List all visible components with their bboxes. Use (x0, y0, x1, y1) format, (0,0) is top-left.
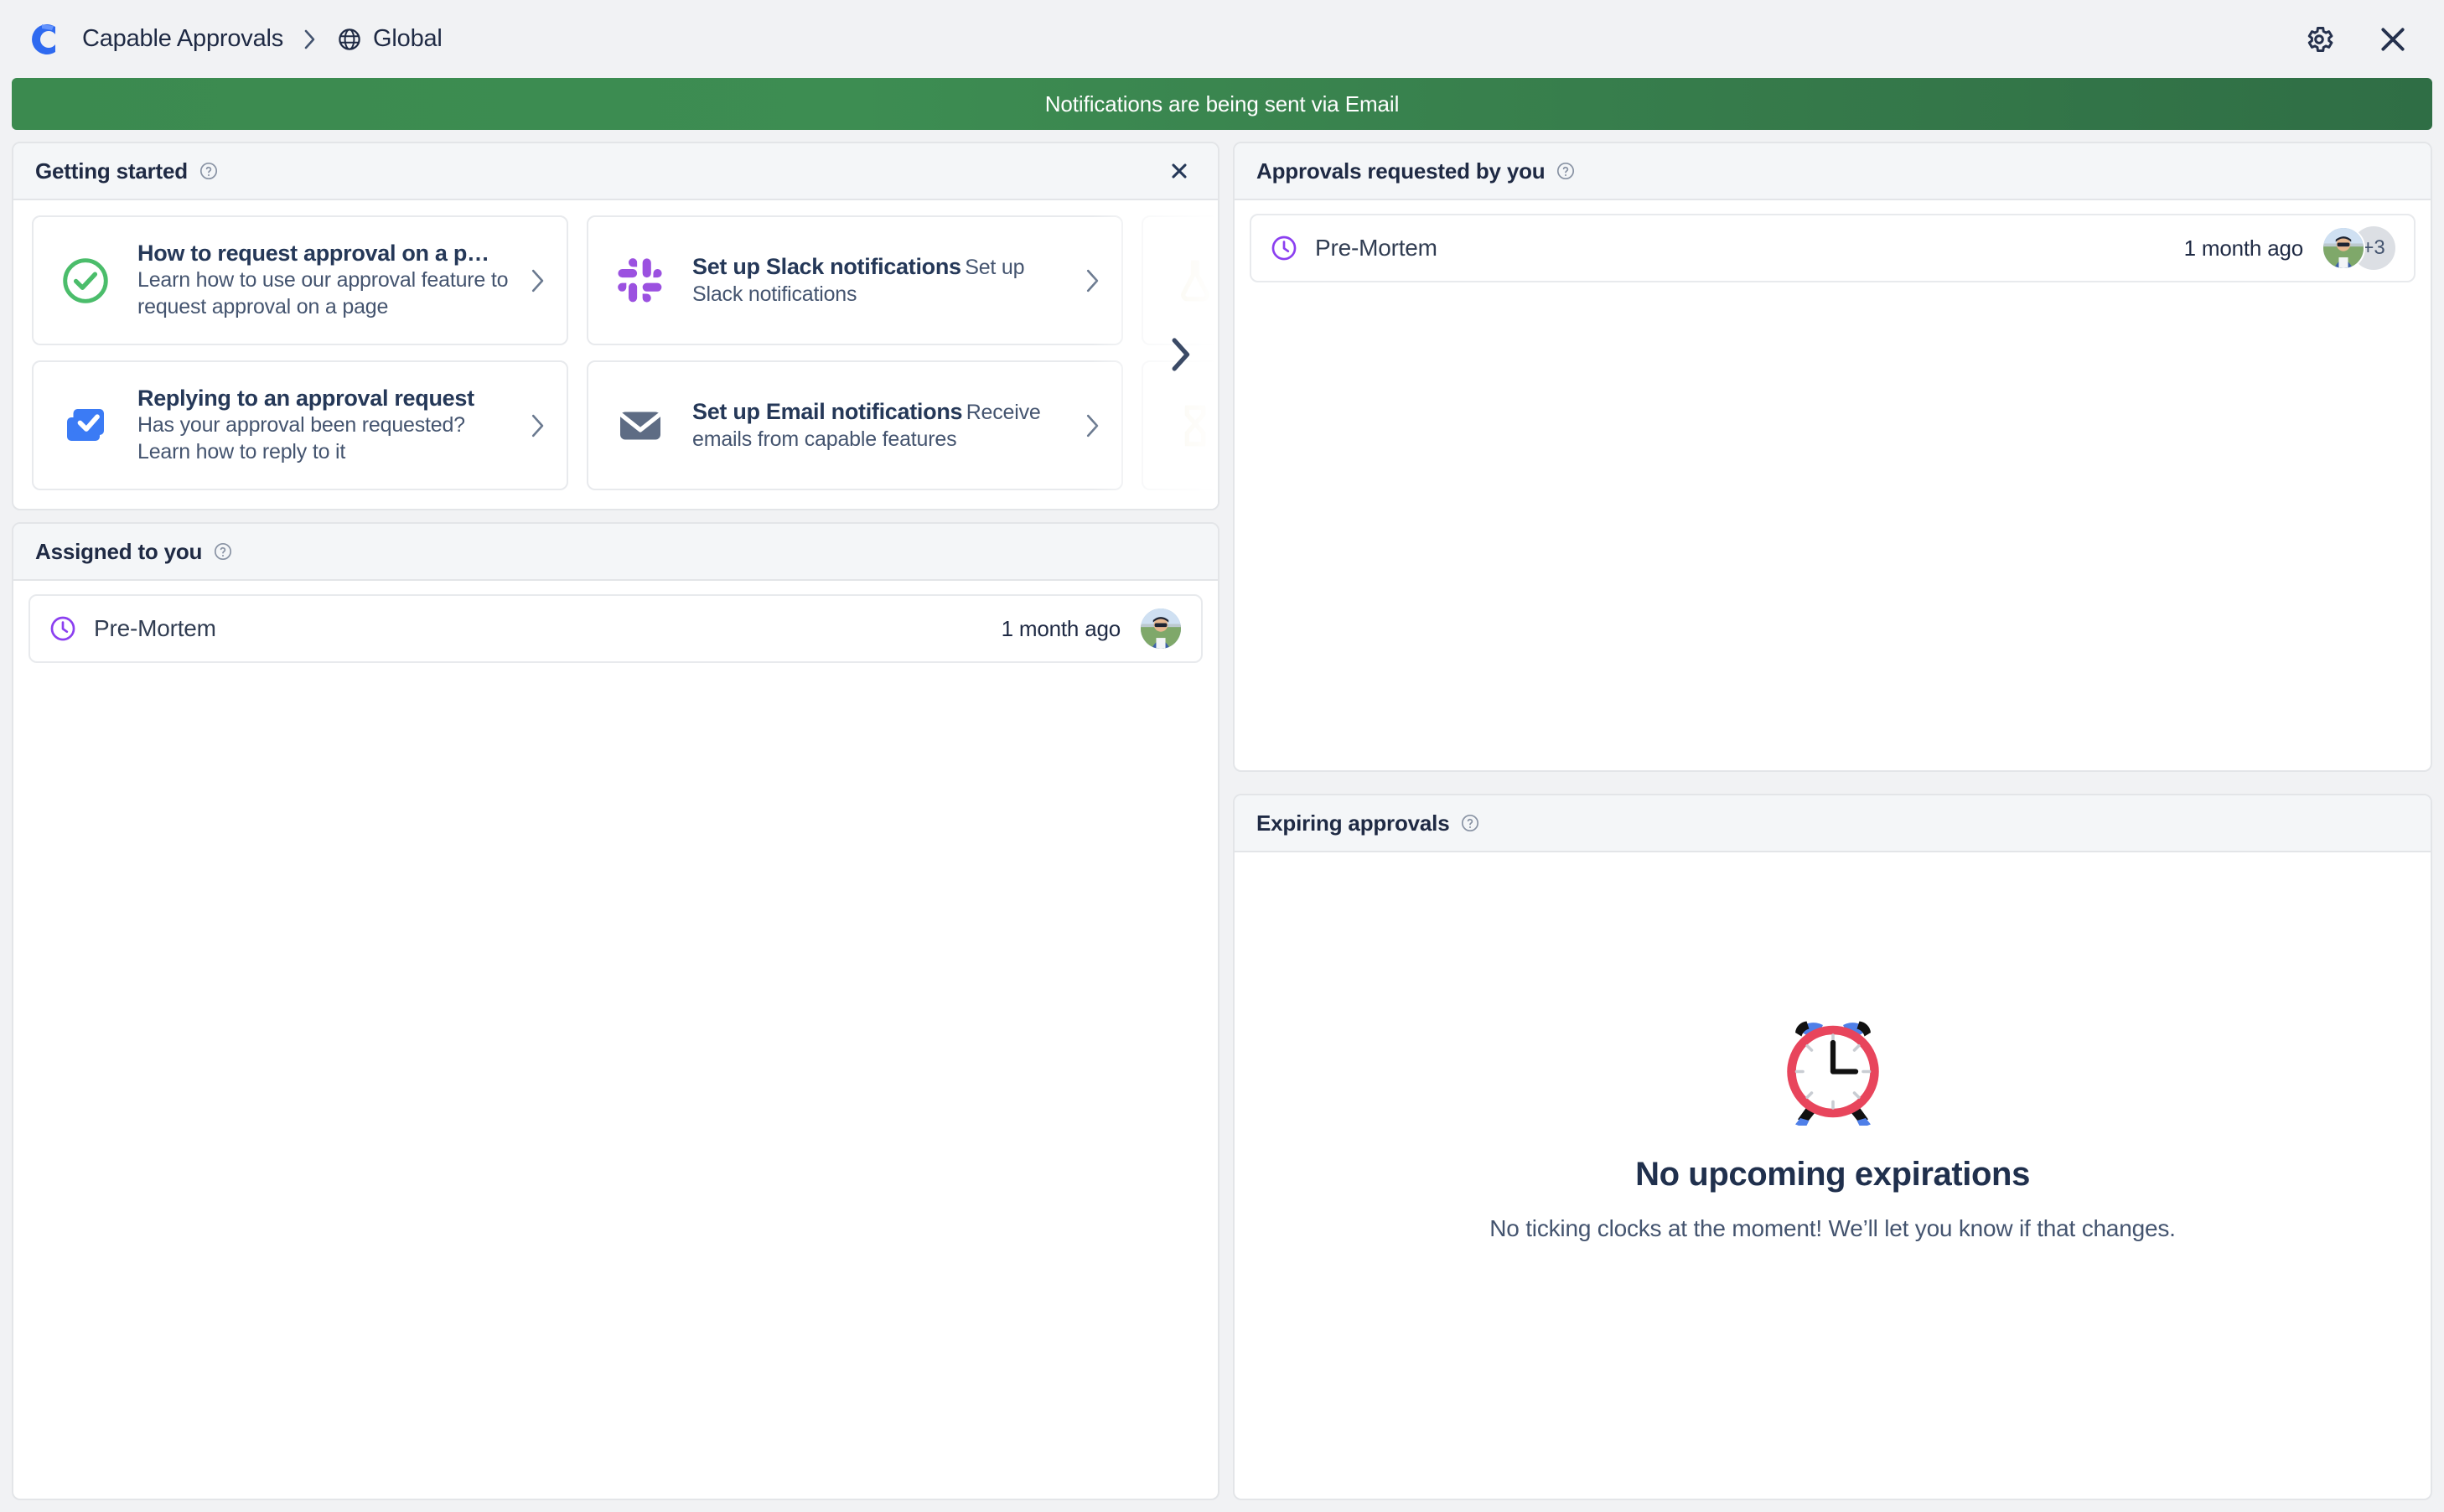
chevron-right-icon (526, 410, 548, 442)
expiring-approvals-header: Expiring approvals (1235, 795, 2431, 852)
chevron-right-icon (526, 265, 548, 297)
close-icon[interactable] (2374, 20, 2412, 59)
getting-started-cards: How to request approval on a p… Learn ho… (32, 215, 1218, 490)
approval-timestamp: 1 month ago (1001, 615, 1121, 641)
app-root: Capable Approvals Global Notifications a… (0, 0, 2444, 1512)
getting-started-card[interactable]: Set up Slack notifications Set up Slack … (587, 215, 1123, 345)
getting-started-card[interactable]: Replying to an approval request Has your… (32, 360, 568, 490)
chevron-right-icon (1081, 265, 1103, 297)
approval-name: Pre-Mortem (94, 615, 216, 641)
card-description: Learn how to use our approval feature to… (137, 268, 509, 318)
page-title: Getting started (35, 158, 188, 184)
avatar-group[interactable]: +3 (2322, 226, 2395, 270)
getting-started-card[interactable]: Set up Email notifications Receive email… (587, 360, 1123, 490)
list-item[interactable]: Pre-Mortem 1 month ago (1250, 214, 2416, 282)
flask-icon (1165, 251, 1218, 311)
right-column: Approvals requested by you Pre-Mortem 1 … (1233, 142, 2432, 1500)
list-item[interactable]: Pre-Mortem 1 month ago (28, 594, 1203, 663)
breadcrumb: Capable Approvals Global (82, 25, 443, 53)
notification-banner: Notifications are being sent via Email (12, 78, 2432, 130)
getting-started-card[interactable] (1142, 215, 1218, 345)
approvals-requested-list: Pre-Mortem 1 month ago +3 (1235, 200, 2431, 770)
getting-started-card[interactable] (1142, 360, 1218, 490)
card-title: Set up Email notifications (692, 398, 963, 424)
empty-state-subtitle: No ticking clocks at the moment! We’ll l… (1489, 1215, 2176, 1241)
assigned-to-you-list: Pre-Mortem 1 month ago (13, 581, 1218, 1499)
card-title: Replying to an approval request (137, 386, 474, 411)
avatar (2322, 226, 2365, 270)
topbar-actions (2300, 20, 2412, 59)
mail-icon (610, 396, 671, 456)
breadcrumb-item-capable-approvals[interactable]: Capable Approvals (82, 25, 283, 53)
capable-c-logo-icon (22, 16, 69, 63)
getting-started-carousel: How to request approval on a p… Learn ho… (13, 200, 1218, 509)
top-bar: Capable Approvals Global (0, 0, 2444, 78)
expiring-approvals-body: No upcoming expirations No ticking clock… (1235, 852, 2431, 1499)
card-description: Has your approval been requested? Learn … (137, 413, 465, 463)
alarm-clock-emoji-icon (1770, 1000, 1896, 1126)
breadcrumb-separator-icon (302, 26, 318, 53)
expiring-approvals-panel: Expiring approvals No upcoming expiratio… (1233, 794, 2432, 1500)
checkbox-icon (55, 396, 116, 456)
empty-state: No upcoming expirations No ticking clock… (1235, 852, 2431, 1499)
assigned-to-you-header: Assigned to you (13, 524, 1218, 581)
avatar-group[interactable] (1139, 607, 1183, 650)
help-circle-icon[interactable] (199, 161, 219, 181)
chevron-right-icon (1081, 410, 1103, 442)
section-title: Assigned to you (35, 538, 203, 564)
section-title: Expiring approvals (1256, 810, 1450, 836)
help-circle-icon[interactable] (1460, 813, 1480, 833)
clock-icon (49, 614, 77, 643)
approvals-requested-header: Approvals requested by you (1235, 143, 2431, 200)
card-title: How to request approval on a p… (137, 241, 489, 266)
help-circle-icon[interactable] (213, 541, 233, 562)
hourglass-icon (1165, 396, 1218, 456)
notification-banner-text: Notifications are being sent via Email (1044, 91, 1400, 117)
check-circle-icon (55, 251, 116, 311)
getting-started-card[interactable]: How to request approval on a p… Learn ho… (32, 215, 568, 345)
gear-icon[interactable] (2300, 20, 2338, 59)
left-column: Getting started How to request approval … (12, 142, 1219, 1500)
close-icon[interactable] (1162, 154, 1196, 188)
globe-icon (337, 27, 362, 52)
getting-started-header: Getting started (13, 143, 1218, 200)
getting-started-panel: Getting started How to request approval … (12, 142, 1219, 510)
breadcrumb-item-global[interactable]: Global (337, 25, 443, 53)
breadcrumb-label: Global (373, 25, 443, 52)
assigned-to-you-panel: Assigned to you Pre-Mortem 1 month ago (12, 522, 1219, 1500)
approvals-requested-panel: Approvals requested by you Pre-Mortem 1 … (1233, 142, 2432, 772)
main-content: Getting started How to request approval … (0, 130, 2444, 1512)
approval-name: Pre-Mortem (1315, 235, 1437, 261)
avatar (1139, 607, 1183, 650)
clock-icon (1270, 234, 1298, 262)
breadcrumb-label: Capable Approvals (82, 25, 284, 52)
help-circle-icon[interactable] (1556, 161, 1576, 181)
carousel-next-button[interactable] (1157, 332, 1203, 377)
section-title: Approvals requested by you (1256, 158, 1546, 184)
card-title: Set up Slack notifications (692, 253, 961, 279)
slack-icon (610, 251, 671, 311)
empty-state-title: No upcoming expirations (1635, 1156, 2030, 1193)
approval-timestamp: 1 month ago (2183, 235, 2304, 261)
